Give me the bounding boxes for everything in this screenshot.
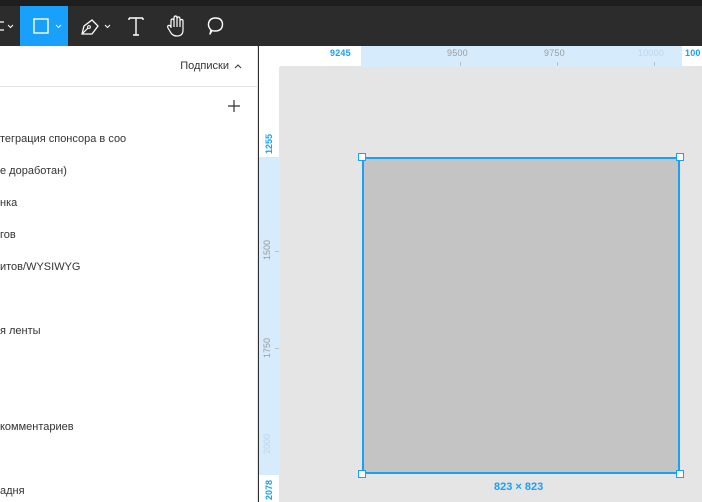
rectangle-icon bbox=[33, 18, 62, 34]
toolbar bbox=[0, 0, 702, 46]
layers-panel: Подписки теграция спонсора в соо е дораб… bbox=[0, 46, 258, 502]
app-window: Подписки теграция спонсора в соо е дораб… bbox=[0, 0, 702, 502]
ruler-tick bbox=[460, 62, 461, 66]
text-tool[interactable] bbox=[120, 6, 152, 46]
chevron-up-icon bbox=[234, 64, 242, 69]
ruler-tick bbox=[557, 62, 558, 66]
panel-header: Подписки bbox=[0, 46, 258, 87]
ruler-left-label: 2078 bbox=[264, 479, 274, 501]
comment-tool[interactable] bbox=[198, 6, 232, 46]
hand-icon bbox=[167, 15, 184, 37]
page-item[interactable]: е доработан) bbox=[0, 161, 67, 181]
text-icon bbox=[128, 17, 144, 36]
page-item[interactable]: итов/WYSIWYG bbox=[0, 257, 80, 277]
ruler-left-label: 1750 bbox=[262, 337, 272, 359]
page-item[interactable]: гов bbox=[0, 225, 16, 245]
pen-icon bbox=[81, 19, 111, 35]
resize-handle-top-left[interactable] bbox=[358, 153, 366, 161]
resize-handle-top-right[interactable] bbox=[676, 153, 684, 161]
ruler-top-label: 100 bbox=[685, 48, 701, 58]
page-item[interactable]: я ленты bbox=[0, 321, 41, 341]
ruler-top-label: 9245 bbox=[330, 48, 351, 58]
ruler-tick bbox=[275, 251, 279, 252]
resize-handle-bottom-right[interactable] bbox=[676, 470, 684, 478]
design-canvas[interactable]: 9245 9500 9750 10000 100 1255 1500 1750 … bbox=[259, 46, 702, 502]
subscriptions-dropdown-label: Подписки bbox=[180, 60, 229, 72]
selection-size-label: 823 × 823 bbox=[494, 481, 544, 493]
ruler-left-label: 1500 bbox=[262, 239, 272, 261]
rectangle-tool[interactable] bbox=[20, 6, 68, 46]
page-item[interactable]: теграция спонсора в соо bbox=[0, 129, 126, 149]
ruler-tick bbox=[654, 62, 655, 66]
comment-icon bbox=[207, 17, 224, 35]
ruler-top-label: 10000 bbox=[638, 48, 665, 58]
add-page-button[interactable] bbox=[224, 96, 244, 116]
resize-handle-bottom-left[interactable] bbox=[358, 470, 366, 478]
page-item[interactable]: адня bbox=[0, 481, 25, 501]
ruler-left: 1255 1500 1750 2000 2078 bbox=[259, 67, 280, 502]
frame-tool-chevron-icon bbox=[0, 21, 14, 31]
subscriptions-dropdown[interactable]: Подписки bbox=[180, 60, 242, 72]
ruler-corner bbox=[259, 46, 280, 67]
selected-rectangle[interactable] bbox=[362, 157, 680, 474]
pen-tool[interactable] bbox=[72, 6, 116, 46]
ruler-top: 9245 9500 9750 10000 100 bbox=[280, 46, 702, 67]
ruler-left-label: 2000 bbox=[262, 433, 272, 455]
ruler-top-label: 9500 bbox=[447, 48, 468, 58]
ruler-tick bbox=[275, 348, 279, 349]
plus-icon bbox=[228, 100, 240, 112]
ruler-left-label: 1255 bbox=[264, 133, 274, 155]
frame-tool[interactable] bbox=[0, 6, 18, 46]
hand-tool[interactable] bbox=[160, 6, 192, 46]
ruler-top-label: 9750 bbox=[544, 48, 565, 58]
page-item[interactable]: комментариев bbox=[0, 417, 74, 437]
ruler-top-selection-highlight bbox=[361, 46, 682, 67]
page-item[interactable]: нка bbox=[0, 193, 17, 213]
